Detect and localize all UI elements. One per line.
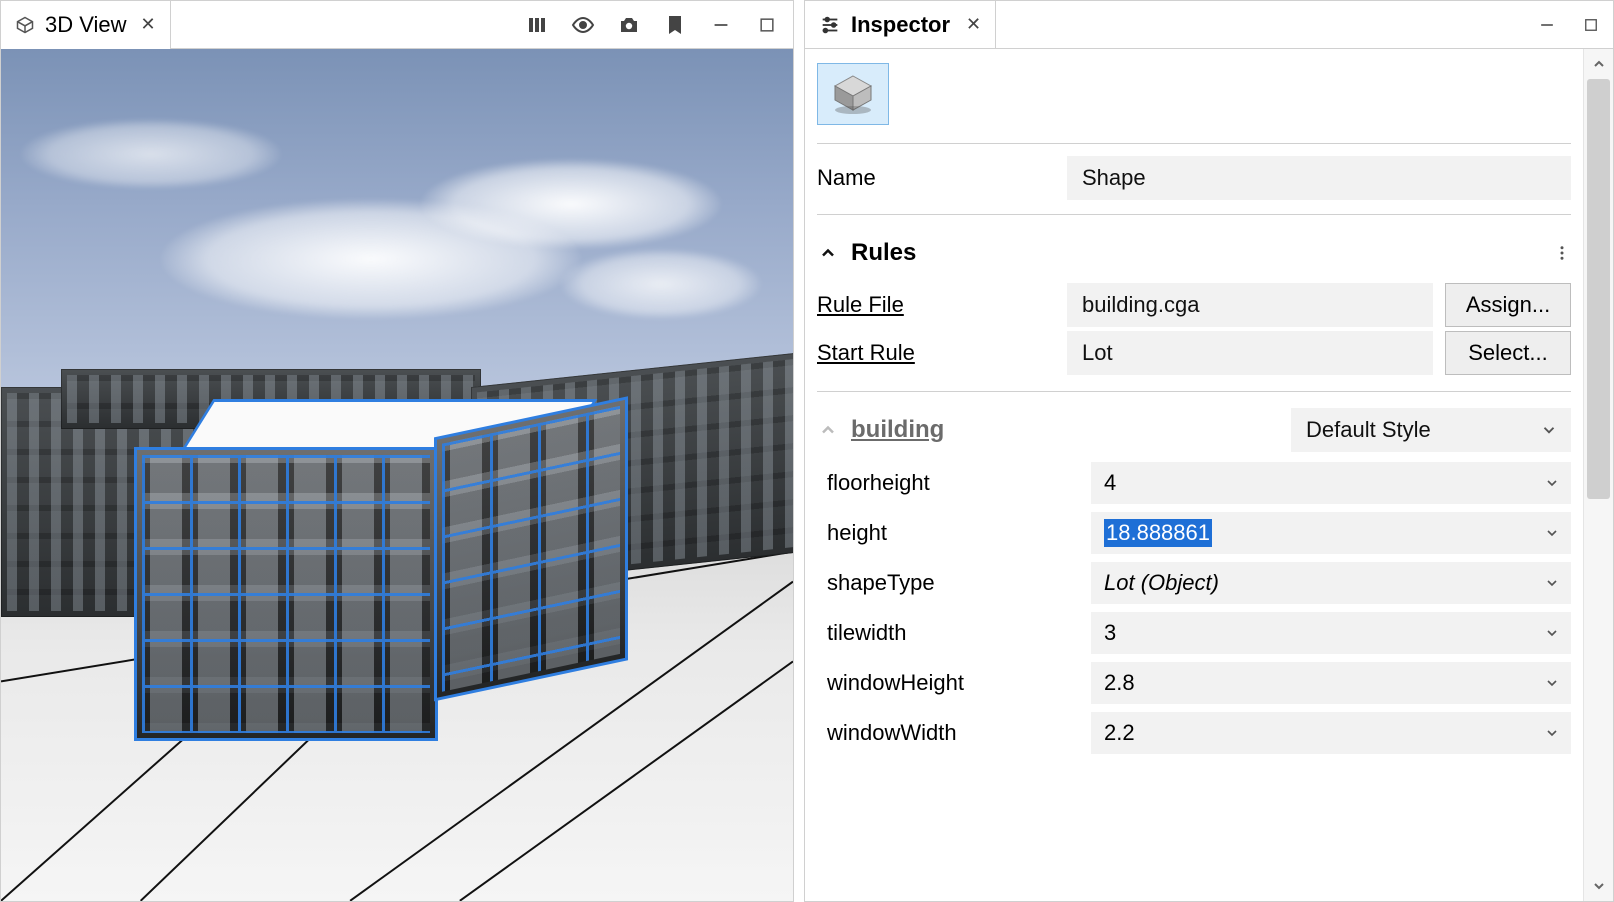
param-windowheight: windowHeight 2.8 [817,658,1571,708]
param-tilewidth: tilewidth 3 [817,608,1571,658]
maximize-icon[interactable] [1569,1,1613,49]
start-rule-value[interactable]: Lot [1067,331,1433,375]
shape-thumbnail[interactable] [817,63,889,125]
param-label: floorheight [817,470,1077,496]
param-input[interactable]: Lot (Object) [1091,562,1571,604]
view-tab-title: 3D View [45,12,127,38]
assign-button[interactable]: Assign... [1445,283,1571,327]
param-input[interactable]: 4 [1091,462,1571,504]
chevron-down-icon [1544,575,1560,591]
chevron-down-icon [1540,421,1558,439]
style-dropdown[interactable]: Default Style [1291,408,1571,452]
bookmark-icon[interactable] [663,13,687,37]
param-input[interactable]: 3 [1091,612,1571,654]
inspector-main: Name Shape Rules [805,49,1583,901]
start-rule-label[interactable]: Start Rule [817,340,1055,366]
name-row: Name Shape [817,154,1571,202]
param-height: height 18.888861 [817,508,1571,558]
view-tab[interactable]: 3D View ✕ [1,1,171,49]
chevron-up-icon [817,242,839,264]
rules-section-header[interactable]: Rules [817,225,1571,281]
selected-facade-right [436,399,626,699]
scroll-up-icon[interactable] [1584,49,1613,79]
param-label: windowWidth [817,720,1077,746]
name-input[interactable]: Shape [1067,156,1571,200]
divider [817,391,1571,392]
param-shapetype: shapeType Lot (Object) [817,558,1571,608]
inspector-tab-title: Inspector [851,12,950,38]
eye-icon[interactable] [571,13,595,37]
scroll-down-icon[interactable] [1584,871,1613,901]
start-rule-row: Start Rule Lot Select... [817,329,1571,377]
chevron-down-icon [1544,725,1560,741]
layers-icon[interactable] [525,13,549,37]
inspector-tab[interactable]: Inspector ✕ [805,1,996,49]
selected-facade-left [136,449,436,739]
param-label: windowHeight [817,670,1077,696]
maximize-icon[interactable] [755,13,779,37]
cube-icon [15,15,35,35]
window-controls [1525,1,1613,49]
chevron-down-icon [1544,625,1560,641]
inspector-panel: Inspector ✕ [804,0,1614,902]
rule-file-label[interactable]: Rule File [817,292,1055,318]
rule-file-row: Rule File building.cga Assign... [817,281,1571,329]
view-toolbar [511,13,793,37]
divider [817,143,1571,144]
viewport-3d[interactable] [1,49,793,901]
rule-file-value[interactable]: building.cga [1067,283,1433,327]
cloud [421,159,721,249]
param-windowwidth: windowWidth 2.2 [817,708,1571,758]
param-floorheight: floorheight 4 [817,458,1571,508]
param-input[interactable]: 2.2 [1091,712,1571,754]
scroll-thumb[interactable] [1587,79,1610,499]
vertical-scrollbar[interactable] [1583,49,1613,901]
param-label: tilewidth [817,620,1077,646]
view-titlebar: 3D View ✕ [1,1,793,49]
app-root: 3D View ✕ [0,0,1614,902]
rules-title: Rules [851,239,916,267]
param-input[interactable]: 2.8 [1091,662,1571,704]
chevron-down-icon [1544,675,1560,691]
param-label: shapeType [817,570,1077,596]
building-title[interactable]: building [851,416,944,444]
cloud [561,249,761,319]
name-label: Name [817,165,1055,191]
sliders-icon [819,14,841,36]
close-icon[interactable]: ✕ [966,14,981,35]
chevron-down-icon [1544,525,1560,541]
chevron-down-icon [1544,475,1560,491]
minimize-icon[interactable] [709,13,733,37]
param-input[interactable]: 18.888861 [1091,512,1571,554]
minimize-icon[interactable] [1525,1,1569,49]
cloud [21,119,281,189]
select-button[interactable]: Select... [1445,331,1571,375]
more-vert-icon[interactable] [1553,244,1571,262]
param-label: height [817,520,1077,546]
view-panel: 3D View ✕ [0,0,794,902]
inspector-titlebar: Inspector ✕ [805,1,1613,49]
chevron-up-icon [817,419,839,441]
inspector-body: Name Shape Rules [805,49,1613,901]
selected-building [136,409,626,749]
building-section-header[interactable]: building Default Style [817,402,1571,458]
divider [817,214,1571,215]
name-value: Shape [1082,165,1146,191]
close-icon[interactable]: ✕ [141,14,156,35]
camera-icon[interactable] [617,13,641,37]
rules-grid: Rule File building.cga Assign... [817,281,1571,377]
